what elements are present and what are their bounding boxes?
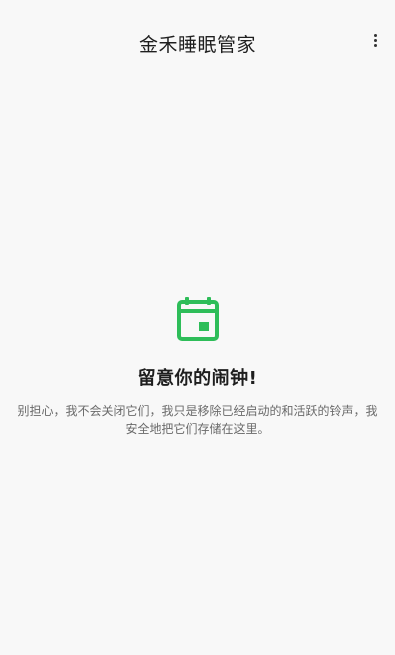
- calendar-icon: [176, 297, 219, 341]
- empty-state-description: 别担心，我不会关闭它们，我只是移除已经启动的和活跃的铃声，我安全地把它们存储在这…: [17, 404, 378, 436]
- more-options-button[interactable]: [365, 28, 385, 52]
- more-vert-icon: [373, 33, 377, 37]
- app-bar: 金禾睡眠管家: [0, 0, 395, 86]
- empty-state: 留意你的闹钟! 别担心，我不会关闭它们，我只是移除已经启动的和活跃的铃声，我安全…: [0, 296, 395, 438]
- empty-state-title: 留意你的闹钟!: [137, 368, 258, 389]
- app-title: 金禾睡眠管家: [138, 34, 256, 56]
